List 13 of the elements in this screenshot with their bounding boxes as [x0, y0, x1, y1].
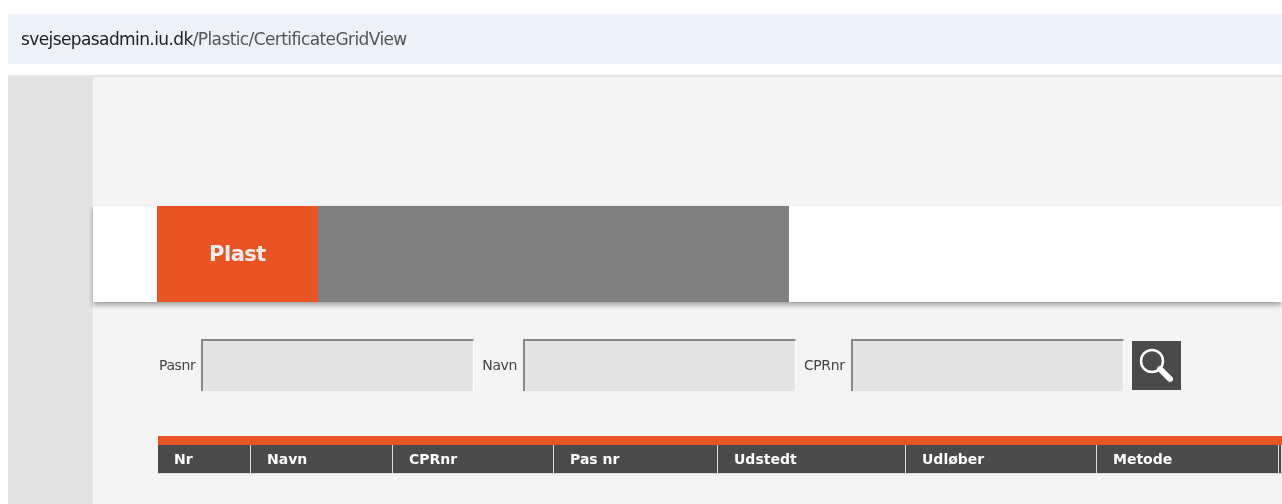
column-header[interactable]: Nr [158, 445, 251, 474]
field-label: Pasnr [159, 357, 196, 373]
address-bar[interactable]: svejsepasadmin.iu.dk/Plastic/CertificateGridView [8, 14, 1282, 64]
column-header[interactable]: Pas nr [554, 445, 718, 474]
column-header[interactable]: Udstedt [718, 445, 906, 474]
url-domain: svejsepasadmin.iu.dk [21, 29, 193, 49]
column-header[interactable]: CPRnr [393, 445, 554, 474]
url-path: /Plastic/CertificateGridView [192, 29, 407, 49]
field-label: CPRnr [803, 357, 845, 373]
field-label: Navn [482, 357, 517, 373]
column-header[interactable]: Metode [1097, 445, 1279, 474]
column-header[interactable]: Udløber [906, 445, 1097, 474]
column-header[interactable]: Navn [251, 445, 393, 474]
